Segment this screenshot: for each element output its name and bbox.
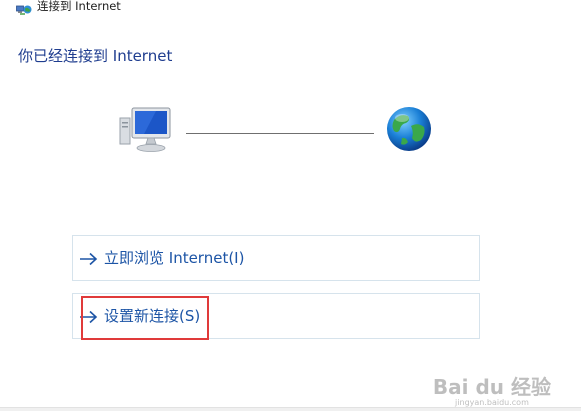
connection-status-heading: 你已经连接到 Internet (18, 47, 173, 65)
globe-icon (384, 104, 434, 158)
bottom-bar (0, 407, 581, 411)
browse-internet-label: 立即浏览 Internet(I) (104, 249, 245, 267)
title-bar: 连接到 Internet (0, 0, 581, 15)
watermark-sub: jingyan.baidu.com (455, 398, 529, 407)
watermark: Bai du 经验 jingyan.baidu.com (433, 376, 551, 407)
arrow-right-icon (79, 251, 99, 266)
arrow-right-icon (79, 309, 99, 324)
setup-new-connection-task[interactable]: 设置新连接(S) (72, 293, 480, 339)
connection-line (186, 133, 374, 134)
watermark-main: Bai du 经验 (432, 375, 551, 399)
setup-new-connection-label: 设置新连接(S) (104, 307, 201, 325)
connection-diagram (110, 100, 440, 160)
computer-icon (118, 106, 174, 158)
network-connect-icon (16, 1, 32, 15)
window-title: 连接到 Internet (37, 0, 121, 13)
browse-internet-task[interactable]: 立即浏览 Internet(I) (72, 235, 480, 281)
